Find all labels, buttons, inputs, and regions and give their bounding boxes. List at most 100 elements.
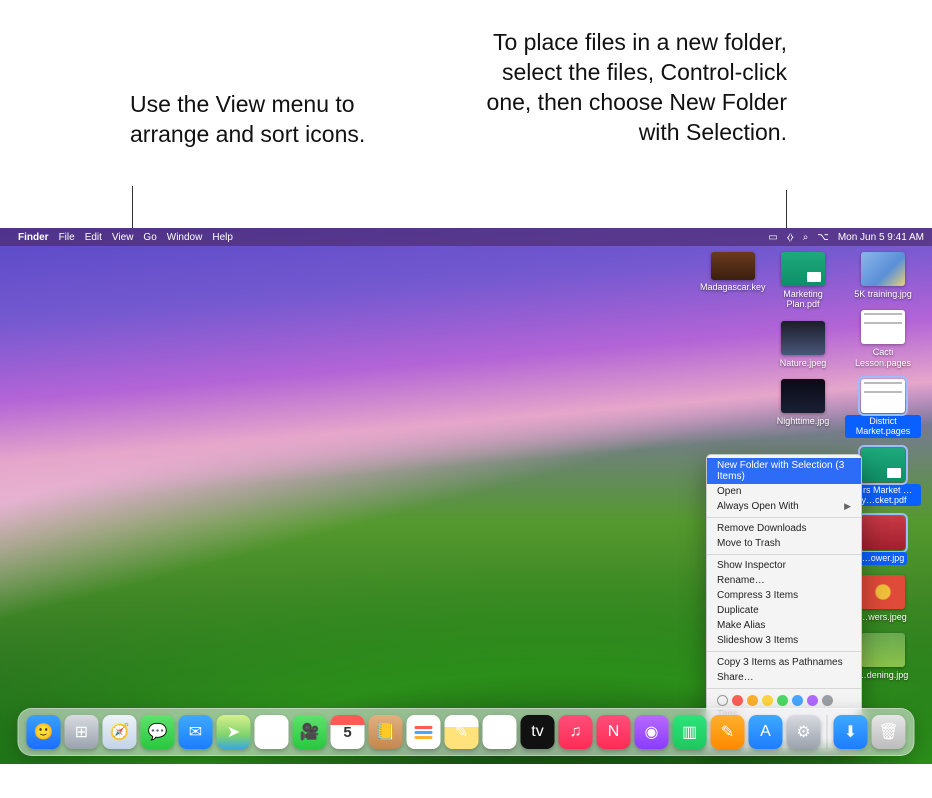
desktop-file[interactable]: Nighttime.jpg bbox=[764, 379, 842, 427]
context-menu-item[interactable]: Always Open With ▶ bbox=[707, 499, 861, 514]
context-menu-item[interactable]: Slideshow 3 Items bbox=[707, 633, 861, 648]
file-label: 5K training.jpg bbox=[851, 288, 915, 300]
dock-app-messages[interactable]: 💬 bbox=[141, 715, 175, 749]
menu-separator bbox=[707, 688, 861, 689]
menu-item-label: Compress 3 Items bbox=[717, 590, 798, 601]
menu-bar: Finder File Edit View Go Window Help ▭ ⧼… bbox=[0, 228, 932, 246]
dock-app-photos[interactable]: ✿ bbox=[255, 715, 289, 749]
tag-blu[interactable] bbox=[792, 695, 803, 706]
menu-item-label: Slideshow 3 Items bbox=[717, 635, 798, 646]
callout-new-folder: To place files in a new folder, select t… bbox=[467, 28, 787, 148]
dock-app-safari[interactable]: 🧭 bbox=[103, 715, 137, 749]
context-menu-item[interactable]: Remove Downloads bbox=[707, 521, 861, 536]
menu-window[interactable]: Window bbox=[167, 232, 203, 243]
menu-item-label: Make Alias bbox=[717, 620, 765, 631]
menu-item-label: Remove Downloads bbox=[717, 523, 807, 534]
tag-red[interactable] bbox=[732, 695, 743, 706]
dock-app-facetime[interactable]: 🎥 bbox=[293, 715, 327, 749]
context-menu-item[interactable]: Compress 3 Items bbox=[707, 588, 861, 603]
control-center-icon[interactable]: ⌥ bbox=[817, 232, 829, 243]
dock-app-freeform[interactable]: 〰 bbox=[483, 715, 517, 749]
file-label: Nature.jpeg bbox=[777, 357, 830, 369]
menu-item-label: Rename… bbox=[717, 575, 765, 586]
battery-icon[interactable]: ▭ bbox=[768, 232, 777, 243]
desktop-file[interactable]: Cacti Lesson.pages bbox=[844, 310, 922, 369]
desktop-file[interactable]: Nature.jpeg bbox=[764, 321, 842, 369]
menu-edit[interactable]: Edit bbox=[85, 232, 102, 243]
menu-item-label: Show Inspector bbox=[717, 560, 786, 571]
tag-org[interactable] bbox=[747, 695, 758, 706]
menu-app-name[interactable]: Finder bbox=[18, 232, 49, 243]
chevron-right-icon: ▶ bbox=[844, 501, 851, 512]
tag-pur[interactable] bbox=[807, 695, 818, 706]
desktop-file[interactable]: District Market.pages bbox=[844, 379, 922, 438]
context-menu-item[interactable]: New Folder with Selection (3 Items) bbox=[707, 458, 861, 484]
context-menu-item[interactable]: Duplicate bbox=[707, 603, 861, 618]
file-thumbnail bbox=[861, 379, 905, 413]
file-thumbnail bbox=[861, 633, 905, 667]
menu-help[interactable]: Help bbox=[212, 232, 233, 243]
file-label: …ower.jpg bbox=[859, 552, 908, 564]
menu-separator bbox=[707, 651, 861, 652]
dock-app-settings[interactable]: ⚙ bbox=[787, 715, 821, 749]
menu-view[interactable]: View bbox=[112, 232, 134, 243]
spotlight-icon[interactable]: ⌕ bbox=[803, 232, 809, 243]
dock-app-news[interactable]: N bbox=[597, 715, 631, 749]
wifi-icon[interactable]: ⧼⧽ bbox=[787, 232, 794, 243]
dock-app-maps[interactable]: ➤ bbox=[217, 715, 251, 749]
desktop-file[interactable]: Marketing Plan.pdf bbox=[764, 252, 842, 311]
tag-grn[interactable] bbox=[777, 695, 788, 706]
dock-app-tv[interactable]: tv bbox=[521, 715, 555, 749]
context-menu: New Folder with Selection (3 Items)OpenA… bbox=[706, 454, 862, 748]
dock-app-calendar[interactable]: 5 bbox=[331, 715, 365, 749]
context-menu-item[interactable]: Make Alias bbox=[707, 618, 861, 633]
dock-app-podcasts[interactable]: ◉ bbox=[635, 715, 669, 749]
dock-app-appstore[interactable]: A bbox=[749, 715, 783, 749]
dock-app-notes[interactable]: ✎ bbox=[445, 715, 479, 749]
dock-app-finder[interactable]: 🙂 bbox=[27, 715, 61, 749]
dock-app-contacts[interactable]: 📒 bbox=[369, 715, 403, 749]
menu-item-label: Copy 3 Items as Pathnames bbox=[717, 657, 843, 668]
tag-yel[interactable] bbox=[762, 695, 773, 706]
desktop-file[interactable]: 5K training.jpg bbox=[844, 252, 922, 300]
context-menu-item[interactable]: Copy 3 Items as Pathnames bbox=[707, 655, 861, 670]
context-menu-item[interactable]: Rename… bbox=[707, 573, 861, 588]
dock-app-numbers[interactable]: ▥ bbox=[673, 715, 707, 749]
dock-app-pages[interactable]: ✎ bbox=[711, 715, 745, 749]
dock: 🙂⊞🧭💬✉︎➤✿🎥5📒✎〰tv♫N◉▥✎A⚙⬇🗑 bbox=[18, 708, 915, 756]
dock-downloads[interactable]: ⬇ bbox=[834, 715, 868, 749]
tag-gry[interactable] bbox=[822, 695, 833, 706]
menu-separator bbox=[707, 554, 861, 555]
file-label: Madagascar.key bbox=[700, 282, 766, 292]
file-thumbnail bbox=[781, 321, 825, 355]
menu-separator bbox=[707, 517, 861, 518]
menu-go[interactable]: Go bbox=[143, 232, 156, 243]
file-thumbnail bbox=[861, 516, 905, 550]
dock-app-music[interactable]: ♫ bbox=[559, 715, 593, 749]
menubar-clock[interactable]: Mon Jun 5 9:41 AM bbox=[838, 232, 924, 243]
file-label: District Market.pages bbox=[845, 415, 921, 438]
desktop[interactable]: Finder File Edit View Go Window Help ▭ ⧼… bbox=[0, 228, 932, 764]
calendar-day: 5 bbox=[343, 724, 351, 741]
desktop-file-madagascar[interactable]: Madagascar.key bbox=[700, 252, 766, 292]
context-menu-item[interactable]: Show Inspector bbox=[707, 558, 861, 573]
tag-color-row bbox=[707, 692, 861, 707]
menu-file[interactable]: File bbox=[59, 232, 75, 243]
dock-trash[interactable]: 🗑 bbox=[872, 715, 906, 749]
context-menu-item[interactable]: Move to Trash bbox=[707, 536, 861, 551]
file-label: …dening.jpg bbox=[855, 669, 912, 681]
menu-item-label: Share… bbox=[717, 672, 754, 683]
context-menu-item[interactable]: Open bbox=[707, 484, 861, 499]
file-thumbnail bbox=[781, 252, 825, 286]
dock-app-reminders[interactable] bbox=[407, 715, 441, 749]
tag-none[interactable] bbox=[717, 695, 728, 706]
menu-item-label: Always Open With bbox=[717, 501, 799, 512]
dock-app-mail[interactable]: ✉︎ bbox=[179, 715, 213, 749]
context-menu-item[interactable]: Share… bbox=[707, 670, 861, 685]
dock-app-launchpad[interactable]: ⊞ bbox=[65, 715, 99, 749]
file-label: Marketing Plan.pdf bbox=[765, 288, 841, 311]
file-thumbnail bbox=[861, 448, 905, 482]
menu-item-label: Duplicate bbox=[717, 605, 759, 616]
reminders-icon bbox=[415, 726, 433, 739]
dock-separator bbox=[827, 715, 828, 749]
